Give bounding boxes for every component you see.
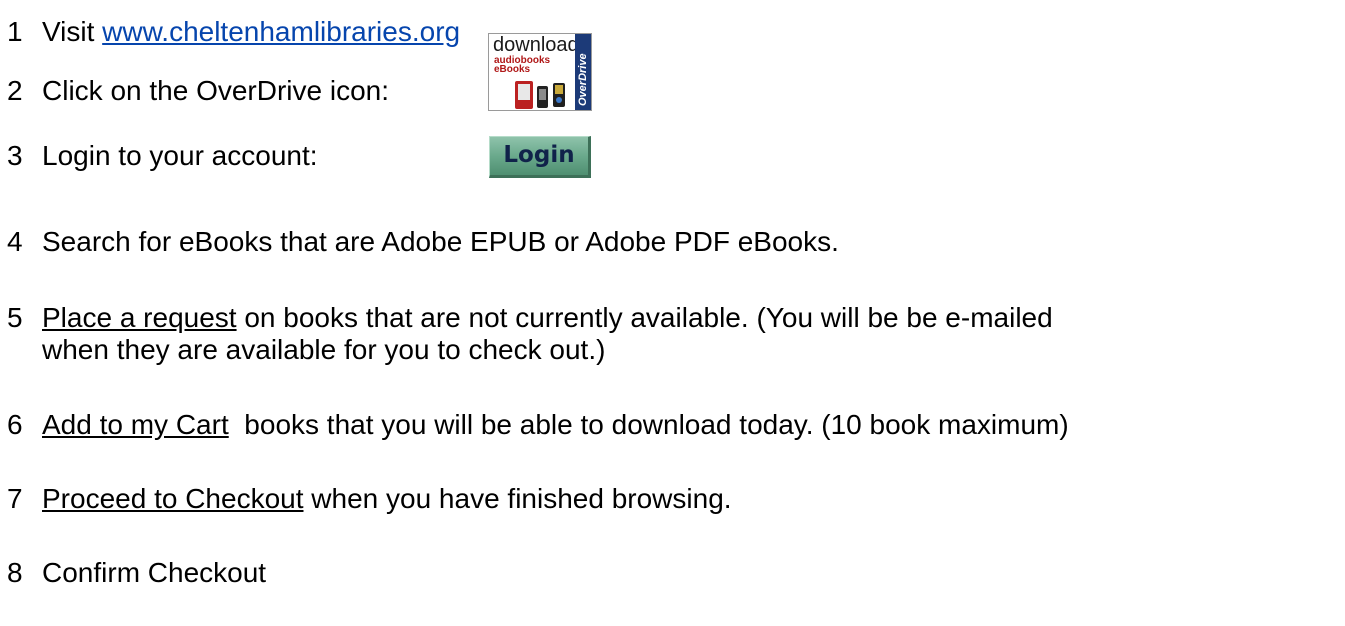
overdrive-icon[interactable]: download audiobooks eBooks OverDrive	[488, 33, 592, 111]
step-6: Add to my Cart books that you will be ab…	[42, 409, 1069, 441]
step-number-7: 7	[7, 483, 23, 514]
step-7: Proceed to Checkout when you have finish…	[42, 483, 732, 515]
step-number-2: 2	[7, 75, 23, 106]
add-to-cart-link[interactable]: Add to my Cart	[42, 409, 229, 440]
overdrive-icon-ebooks-text: eBooks	[494, 64, 531, 75]
step-number-5: 5	[7, 302, 23, 333]
music-player-icon	[553, 83, 565, 107]
overdrive-brand-text: OverDrive	[577, 53, 589, 106]
phone-icon	[537, 86, 548, 108]
step-5-text: on books that are not currently availabl…	[236, 302, 1053, 333]
step-3-text: Login to your account:	[42, 140, 318, 171]
step-7-text: when you have finished browsing.	[303, 483, 732, 514]
overdrive-icon-download-text: download	[493, 34, 579, 56]
overdrive-brand-strip: OverDrive	[575, 34, 591, 110]
step-6-text: books that you will be able to download …	[228, 409, 1069, 440]
step-number-8: 8	[7, 557, 23, 588]
step-5: Place a request on books that are not cu…	[42, 302, 1053, 334]
login-button[interactable]: Login	[489, 136, 591, 178]
step-4-text: Search for eBooks that are Adobe EPUB or…	[42, 226, 839, 257]
step-number-1: 1	[7, 16, 23, 47]
library-website-link[interactable]: www.cheltenhamlibraries.org	[102, 16, 460, 47]
step-8-text: Confirm Checkout	[42, 557, 267, 588]
step-1: Visit www.cheltenhamlibraries.org	[42, 16, 460, 48]
place-request-link[interactable]: Place a request	[42, 302, 237, 333]
step-number-6: 6	[7, 409, 23, 440]
step-1-prefix: Visit	[42, 16, 103, 47]
step-number-3: 3	[7, 140, 23, 171]
step-number-4: 4	[7, 226, 23, 257]
ereader-icon	[515, 81, 533, 109]
step-5-continuation: when they are available for you to check…	[42, 334, 606, 365]
proceed-to-checkout-link[interactable]: Proceed to Checkout	[42, 483, 304, 514]
step-2-text: Click on the OverDrive icon:	[42, 75, 390, 106]
